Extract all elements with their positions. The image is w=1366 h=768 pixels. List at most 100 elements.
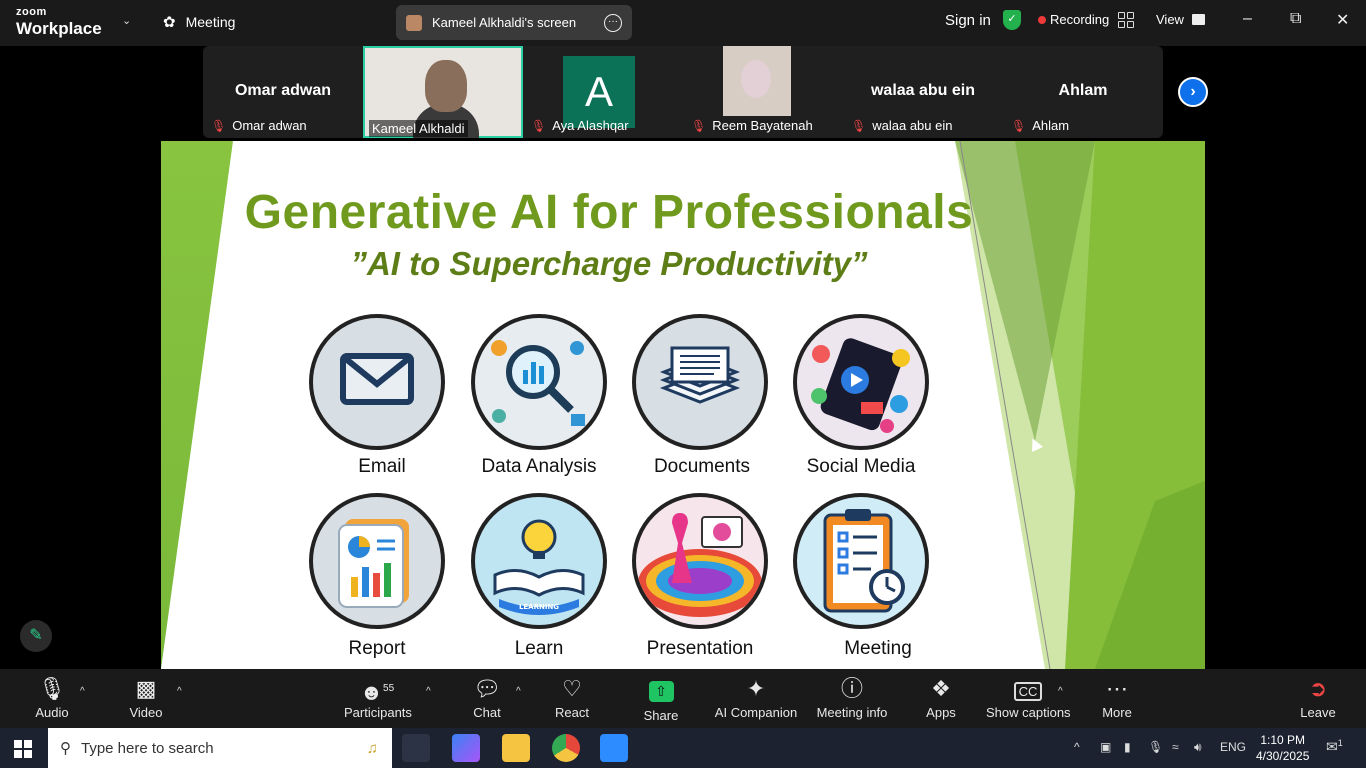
pencil-icon[interactable]: ✎ bbox=[20, 620, 52, 652]
record-dot-icon bbox=[1038, 15, 1046, 24]
clipboard-clock-icon bbox=[793, 493, 929, 629]
notification-icon[interactable]: ✉1 bbox=[1326, 738, 1343, 756]
share-title: Kameel Alkhaldi's screen bbox=[432, 15, 577, 30]
avatar bbox=[406, 14, 422, 31]
item-label: Learn bbox=[514, 638, 564, 659]
zoom-logo: zoom Workplace bbox=[16, 6, 102, 38]
participants-icon: ☻55 bbox=[359, 679, 395, 705]
video-feed bbox=[723, 46, 791, 116]
video-options-caret[interactable]: ^ bbox=[177, 686, 182, 697]
apps-button[interactable]: ❖ Apps bbox=[920, 669, 962, 728]
wifi-icon[interactable]: ≈ bbox=[1172, 740, 1179, 754]
report-icon bbox=[309, 493, 445, 629]
mic-icon[interactable]: 🎙︎ bbox=[1148, 740, 1163, 754]
meeting-label: Meeting bbox=[185, 14, 236, 30]
paw-icon: ✿ bbox=[163, 14, 176, 31]
view-icon bbox=[1191, 14, 1205, 25]
item-label: Report bbox=[348, 638, 406, 659]
item-label: Social Media bbox=[806, 456, 916, 477]
sign-in-link[interactable]: Sign in bbox=[945, 12, 991, 29]
react-button[interactable]: ♡ React bbox=[551, 669, 593, 728]
leave-door-icon: ➲ bbox=[1308, 676, 1328, 701]
ai-companion-button[interactable]: ✦ AI Companion bbox=[714, 669, 798, 728]
svg-text:LEARNING: LEARNING bbox=[519, 603, 559, 611]
task-view-icon[interactable] bbox=[402, 734, 430, 762]
item-label: Meeting bbox=[844, 638, 912, 659]
magnifier-chart-icon bbox=[471, 314, 607, 450]
close-button[interactable]: ✕ bbox=[1336, 10, 1349, 30]
participant-tile[interactable]: walaa abu ein 🎙︎ walaa abu ein bbox=[843, 46, 1003, 138]
participants-count: 55 bbox=[383, 683, 395, 694]
mic-muted-icon: 🎙︎ bbox=[1011, 118, 1027, 133]
windows-start-icon[interactable] bbox=[14, 740, 32, 758]
copilot-icon[interactable] bbox=[452, 734, 480, 762]
next-page-arrow-icon[interactable]: › bbox=[1178, 77, 1208, 107]
item-label: Data Analysis bbox=[481, 456, 597, 477]
participant-tile[interactable]: 🎙︎ Reem Bayatenah bbox=[683, 46, 843, 138]
info-icon: ⓘ bbox=[840, 676, 863, 701]
top-bar: zoom Workplace ⌄ ✿ Meeting Kameel Alkhal… bbox=[0, 0, 1366, 46]
participant-tile[interactable]: Omar adwan 🎙︎ Omar adwan bbox=[203, 46, 363, 138]
chevron-down-icon[interactable]: ⌄ bbox=[122, 14, 131, 27]
show-captions-button[interactable]: CC Show captions bbox=[986, 669, 1071, 728]
participants-options-caret[interactable]: ^ bbox=[426, 686, 431, 697]
item-label: Presentation bbox=[646, 638, 754, 659]
share-arrow-icon: ⇧ bbox=[640, 669, 682, 702]
meeting-info-button[interactable]: ⓘ Meeting info bbox=[816, 669, 888, 728]
gallery-grid-icon[interactable] bbox=[1118, 12, 1134, 28]
more-icon: ⋯ bbox=[1106, 676, 1128, 701]
envelope-icon bbox=[309, 314, 445, 450]
video-feed-face bbox=[425, 60, 467, 112]
language-indicator[interactable]: ENG bbox=[1220, 740, 1246, 754]
social-media-icon bbox=[793, 314, 929, 450]
chat-icon: 💬︎ bbox=[473, 676, 501, 701]
participants-strip: Omar adwan 🎙︎ Omar adwan Kameel Alkhaldi … bbox=[203, 46, 1163, 138]
captions-options-caret[interactable]: ^ bbox=[1058, 686, 1063, 697]
mic-muted-icon: 🎙︎ bbox=[211, 118, 227, 133]
meeting-tab[interactable]: ✿ Meeting bbox=[163, 13, 235, 31]
meeting-toolbar: 🎙︎ Audio ^ ▩ Video ^ ☻55 Participants ^ … bbox=[0, 669, 1366, 728]
tray-chevron-icon[interactable]: ^ bbox=[1074, 740, 1080, 754]
mic-muted-icon: 🎙︎ bbox=[851, 118, 867, 133]
mic-muted-icon: 🎙︎ bbox=[531, 118, 547, 133]
system-clock[interactable]: 1:10 PM 4/30/2025 bbox=[1256, 732, 1309, 764]
video-button[interactable]: ▩ Video bbox=[124, 669, 168, 728]
more-options-icon[interactable]: ··· bbox=[604, 13, 622, 32]
chat-options-caret[interactable]: ^ bbox=[516, 686, 521, 697]
windows-taskbar: ⚲ Type here to search ♫ ^ ▣ ▮ 🎙︎ ≈ 🔊︎ EN… bbox=[0, 728, 1366, 768]
mic-muted-icon: 🎙︎ bbox=[38, 676, 66, 701]
apps-icon: ❖ bbox=[931, 676, 951, 701]
screen-share-indicator[interactable]: Kameel Alkhaldi's screen ··· bbox=[396, 5, 632, 40]
audio-options-caret[interactable]: ^ bbox=[80, 686, 85, 697]
chat-button[interactable]: 💬︎ Chat bbox=[466, 669, 508, 728]
item-label: Email bbox=[358, 456, 406, 477]
view-button[interactable]: View bbox=[1156, 12, 1205, 27]
meet-icon[interactable]: ▣ bbox=[1100, 740, 1111, 754]
participant-tile[interactable]: A 🎙︎ Aya Alashqar bbox=[523, 46, 683, 138]
participant-tile[interactable]: Ahlam 🎙︎ Ahlam bbox=[1003, 46, 1163, 138]
sparkle-icon: ✦ bbox=[746, 676, 766, 701]
chrome-icon[interactable] bbox=[552, 734, 580, 762]
leave-button[interactable]: ➲ Leave bbox=[1296, 669, 1340, 728]
share-button[interactable]: ⇧ Share bbox=[640, 669, 682, 728]
minimize-button[interactable]: – bbox=[1243, 10, 1252, 28]
participant-tile-active[interactable]: Kameel Alkhaldi bbox=[363, 46, 523, 138]
volume-icon[interactable]: 🔊︎ bbox=[1194, 740, 1202, 755]
taskbar-search[interactable]: ⚲ Type here to search ♫ bbox=[48, 728, 392, 768]
zoom-app-icon[interactable] bbox=[600, 734, 628, 762]
shield-icon[interactable]: ✓ bbox=[1003, 10, 1021, 30]
documents-stack-icon bbox=[632, 314, 768, 450]
audio-button[interactable]: 🎙︎ Audio bbox=[30, 669, 74, 728]
participants-button[interactable]: ☻55 Participants bbox=[344, 669, 412, 728]
slide-subtitle: ”AI to Supercharge Productivity” bbox=[350, 245, 868, 282]
file-explorer-icon[interactable] bbox=[502, 734, 530, 762]
recording-indicator[interactable]: Recording bbox=[1038, 12, 1109, 27]
restore-button[interactable]: ⧉ bbox=[1290, 10, 1301, 28]
slide-title: Generative AI for Professionals bbox=[244, 186, 974, 239]
more-button[interactable]: ⋯ More bbox=[1096, 669, 1138, 728]
heart-icon: ♡ bbox=[562, 676, 582, 701]
item-label: Documents bbox=[653, 456, 751, 477]
battery-icon[interactable]: ▮ bbox=[1124, 740, 1131, 754]
shared-screen: Generative AI for Professionals ”AI to S… bbox=[161, 141, 1205, 669]
mic-muted-icon: 🎙︎ bbox=[691, 118, 707, 133]
